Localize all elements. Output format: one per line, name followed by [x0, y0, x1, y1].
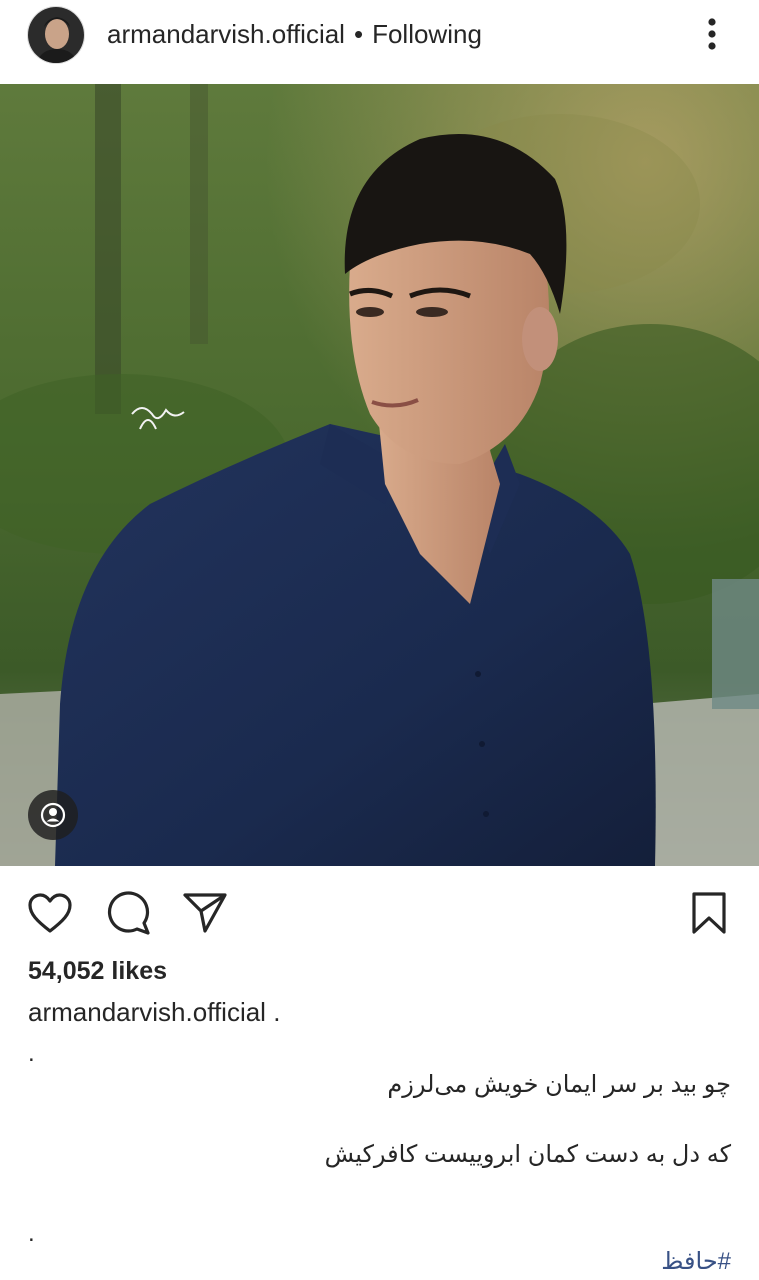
post-header: armandarvish.official • Following: [0, 0, 759, 84]
caption-line: .: [28, 1220, 35, 1247]
caption: armandarvish.official .: [28, 997, 280, 1028]
likes-count[interactable]: 54,052 likes: [28, 957, 167, 986]
caption-username[interactable]: armandarvish.official: [28, 997, 266, 1027]
bookmark-icon[interactable]: [684, 888, 734, 938]
more-vertical-icon[interactable]: [696, 14, 728, 54]
heart-icon[interactable]: [25, 888, 75, 938]
hashtag-link[interactable]: #حافظ: [661, 1247, 731, 1276]
action-bar: [0, 866, 759, 956]
avatar[interactable]: [27, 6, 85, 64]
comment-icon[interactable]: [103, 888, 153, 938]
header-separator: •: [353, 18, 364, 49]
following-button[interactable]: Following: [372, 19, 482, 50]
user-tag-icon[interactable]: [28, 790, 78, 840]
header-text: armandarvish.official • Following: [107, 17, 482, 51]
caption-line: که دل به دست کمان ابروییست کافرکیش: [324, 1141, 731, 1168]
post-photo[interactable]: [0, 84, 759, 866]
header-username[interactable]: armandarvish.official: [107, 19, 345, 50]
share-icon[interactable]: [180, 888, 230, 938]
caption-line: .: [28, 1040, 35, 1067]
caption-text: .: [273, 997, 281, 1027]
caption-line: چو بید بر سر ایمان خویش می‌لرزم: [387, 1071, 731, 1098]
